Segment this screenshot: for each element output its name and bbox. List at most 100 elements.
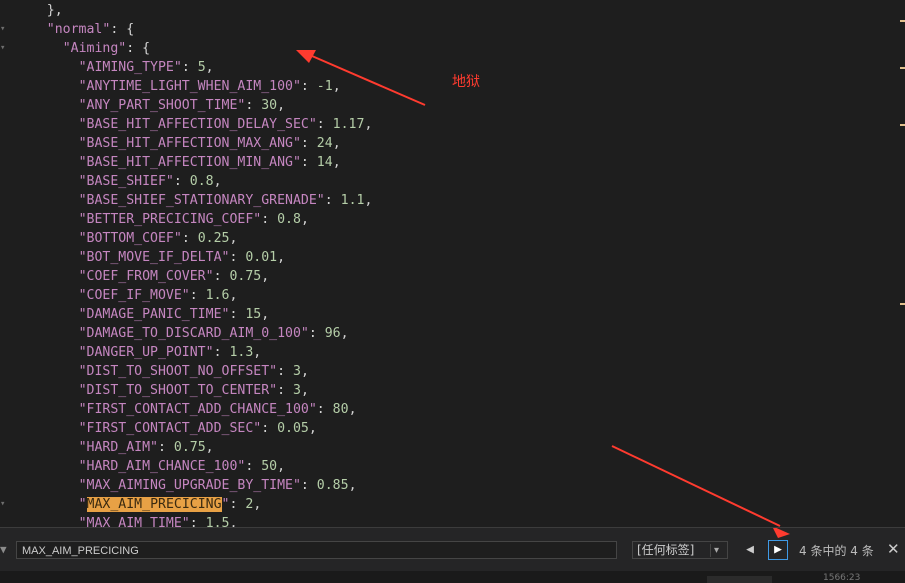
annotation-arrowhead-top xyxy=(296,50,316,63)
fold-icon[interactable]: ▾ xyxy=(0,23,10,35)
code-line: "BASE_HIT_AFFECTION_MIN_ANG": 14, xyxy=(79,153,341,172)
code-token: : xyxy=(308,326,325,341)
code-token: , xyxy=(300,212,309,227)
code-token: "Aiming" xyxy=(62,41,127,56)
code-editor[interactable]: ▾ ▾ ▾ }, "normal": {"Aiming": {"AIMING_TY… xyxy=(0,0,905,527)
fold-icon[interactable]: ▾ xyxy=(0,42,10,54)
code-token: "MAX_AIM_TIME" xyxy=(78,516,190,527)
code-line: "BASE_SHIEF": 0.8, xyxy=(79,172,222,191)
code-token: , xyxy=(332,155,341,170)
status-segment xyxy=(707,576,772,583)
code-token: : xyxy=(245,98,262,113)
code-token: , xyxy=(205,440,214,455)
code-token: : { xyxy=(110,22,135,37)
code-token: : xyxy=(158,440,174,455)
code-token: , xyxy=(277,459,286,474)
code-token: -1 xyxy=(316,79,333,94)
code-token: : xyxy=(229,497,246,512)
code-line: "normal": { xyxy=(47,20,134,39)
code-line: "DAMAGE_TO_DISCARD_AIM_0_100": 96, xyxy=(79,324,349,343)
code-token: 0.25 xyxy=(197,231,230,246)
code-token: 80 xyxy=(332,402,349,417)
code-token: , xyxy=(300,383,309,398)
code-token: 30 xyxy=(261,98,278,113)
code-line: "MAX_AIM_TIME": 1.5, xyxy=(79,514,238,527)
code-line: "MAX_AIMING_UPGRADE_BY_TIME": 0.85, xyxy=(79,476,357,495)
code-token: "normal" xyxy=(46,22,111,37)
code-token: 24 xyxy=(316,136,333,151)
fold-icon[interactable]: ▾ xyxy=(0,498,10,510)
code-token: : { xyxy=(126,41,151,56)
code-token: , xyxy=(229,231,238,246)
code-token: 1.3 xyxy=(229,345,254,360)
search-highlight: MAX_AIM_PRECICING xyxy=(86,497,222,512)
code-token: "AIMING_TYPE" xyxy=(78,60,182,75)
code-token: "DIST_TO_SHOOT_TO_CENTER" xyxy=(78,383,278,398)
code-token: "ANYTIME_LIGHT_WHEN_AIM_100" xyxy=(78,79,301,94)
code-token: : xyxy=(181,60,198,75)
code-token: , xyxy=(277,250,286,265)
code-token: "COEF_FROM_COVER" xyxy=(78,269,214,284)
code-token: , xyxy=(277,98,286,113)
code-token: 0.75 xyxy=(173,440,206,455)
code-token: "DANGER_UP_POINT" xyxy=(78,345,214,360)
cursor-position: 1566:23 xyxy=(823,573,861,583)
code-token: 96 xyxy=(324,326,341,341)
code-token: : xyxy=(300,136,317,151)
code-token: 0.01 xyxy=(245,250,278,265)
code-token: "BOT_MOVE_IF_DELTA" xyxy=(78,250,230,265)
code-line: "ANY_PART_SHOOT_TIME": 30, xyxy=(79,96,285,115)
find-bar: ▼ MAX_AIM_PRECICING [任何标签] ▾ ◀ ▶ 4 条中的 4… xyxy=(0,527,905,572)
code-line: "BASE_SHIEF_STATIONARY_GRENADE": 1.1, xyxy=(79,191,373,210)
code-line: "BASE_HIT_AFFECTION_MAX_ANG": 24, xyxy=(79,134,341,153)
code-token: : xyxy=(245,459,262,474)
scroll-marker xyxy=(900,124,905,126)
code-token: : xyxy=(261,212,278,227)
code-token: "FIRST_CONTACT_ADD_SEC" xyxy=(78,421,262,436)
code-token: "BASE_HIT_AFFECTION_DELAY_SEC" xyxy=(78,117,317,132)
code-token: : xyxy=(316,117,333,132)
code-line: "COEF_IF_MOVE": 1.6, xyxy=(79,286,238,305)
code-line: "HARD_AIM": 0.75, xyxy=(79,438,214,457)
code-token: "FIRST_CONTACT_ADD_CHANCE_100" xyxy=(78,402,317,417)
code-token: 0.85 xyxy=(316,478,349,493)
code-token: "BASE_SHIEF_STATIONARY_GRENADE" xyxy=(78,193,325,208)
code-token: 3 xyxy=(292,383,301,398)
code-token: : xyxy=(324,193,341,208)
code-token: 1.5 xyxy=(205,516,230,527)
code-token: }, xyxy=(46,3,63,18)
code-token: : xyxy=(261,421,278,436)
code-token: , xyxy=(229,288,238,303)
code-token: 1.17 xyxy=(332,117,365,132)
code-token: "BASE_HIT_AFFECTION_MAX_ANG" xyxy=(78,136,301,151)
code-line: "ANYTIME_LIGHT_WHEN_AIM_100": -1, xyxy=(79,77,341,96)
code-token: : xyxy=(181,231,198,246)
code-token: "DAMAGE_PANIC_TIME" xyxy=(78,307,230,322)
code-token: , xyxy=(348,478,357,493)
code-token: , xyxy=(253,345,262,360)
code-token: , xyxy=(261,269,270,284)
code-line: "DANGER_UP_POINT": 1.3, xyxy=(79,343,262,362)
code-token: 5 xyxy=(197,60,206,75)
status-bar: 1566:23 xyxy=(0,571,905,583)
code-token: , xyxy=(348,402,357,417)
code-line: }, xyxy=(47,1,63,20)
editor-gutter: ▾ ▾ ▾ xyxy=(0,0,14,527)
code-token: : xyxy=(300,155,317,170)
code-token: "HARD_AIM" xyxy=(78,440,158,455)
code-token: 1.6 xyxy=(205,288,230,303)
code-token: 0.8 xyxy=(189,174,214,189)
code-token: : xyxy=(277,383,293,398)
code-line: "BASE_HIT_AFFECTION_DELAY_SEC": 1.17, xyxy=(79,115,373,134)
code-token: , xyxy=(253,497,262,512)
code-line: "Aiming": { xyxy=(63,39,150,58)
code-token: , xyxy=(364,193,373,208)
code-token: "COEF_IF_MOVE" xyxy=(78,288,190,303)
code-token: : xyxy=(300,79,317,94)
code-token: : xyxy=(189,288,206,303)
code-token: "DAMAGE_TO_DISCARD_AIM_0_100" xyxy=(78,326,309,341)
code-line: "COEF_FROM_COVER": 0.75, xyxy=(79,267,270,286)
code-token: "MAX_AIMING_UPGRADE_BY_TIME" xyxy=(78,478,301,493)
annotation-arrowhead-bottom xyxy=(773,528,790,538)
code-token: , xyxy=(229,516,238,527)
